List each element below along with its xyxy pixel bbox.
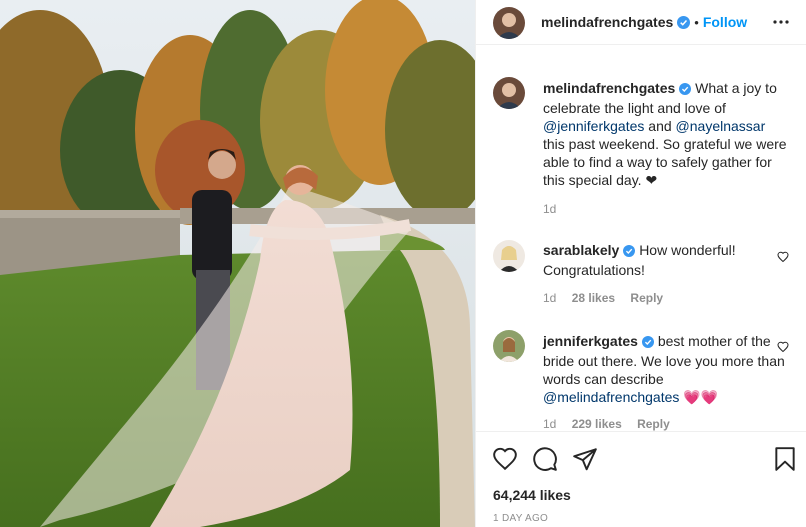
post-actions [476,440,806,480]
comment-like-heart-icon[interactable] [777,340,789,353]
comment-text: jenniferkgates best mother of the bride … [543,332,788,406]
comment-icon[interactable] [532,446,558,472]
comment-avatar[interactable] [493,330,525,362]
share-icon[interactable] [572,446,598,472]
comment-likes[interactable]: 229 likes [572,417,622,431]
wedding-photo-image [0,0,475,527]
comment-mention-melindafrenchgates[interactable]: @melindafrenchgates [543,389,679,405]
verified-badge-icon [623,243,636,261]
caption-item: melindafrenchgates What a joy to celebra… [493,77,793,227]
verified-badge-icon [677,16,691,34]
verified-badge-icon [679,81,692,99]
caption-text-part-2: and [648,118,672,134]
comment-like-heart-icon[interactable] [777,250,789,263]
caption-text-part-3: this past weekend. So grateful we were a… [543,136,787,188]
comment-author[interactable]: sarablakely [543,242,619,258]
comment-time[interactable]: 1d [543,417,556,431]
caption-mention-nayelnassar[interactable]: @nayelnassar [676,118,766,134]
caption-mention-jenniferkgates[interactable]: @jenniferkgates [543,118,644,134]
post-timestamp[interactable]: 1 DAY AGO [493,513,548,524]
more-options-icon[interactable] [771,12,791,32]
follow-button[interactable]: Follow [703,14,747,30]
comment-emoji: 💗💗 [683,389,719,405]
comment-likes[interactable]: 28 likes [572,291,615,305]
comment-reply-button[interactable]: Reply [637,417,670,431]
comment-time[interactable]: 1d [543,291,556,305]
comment-item: sarablakely How wonderful! Congratulatio… [493,240,793,310]
comment-avatar[interactable] [493,240,525,272]
comment-text: sarablakely How wonderful! Congratulatio… [543,241,788,279]
caption-author[interactable]: melindafrenchgates [543,80,675,96]
comment-author[interactable]: jenniferkgates [543,333,638,349]
caption-time[interactable]: 1d [543,202,556,216]
post-side-panel: melindafrenchgates • Follow melindafrenchg… [475,0,806,527]
verified-badge-icon [641,334,654,352]
separator-dot: • [694,15,699,30]
comment-reply-button[interactable]: Reply [630,291,663,305]
caption-meta: 1d [543,202,568,216]
save-icon[interactable] [772,446,798,472]
header-title-row: melindafrenchgates • Follow [541,14,747,34]
likes-count[interactable]: 64,244 likes [493,487,571,503]
heart-icon[interactable] [492,446,518,472]
comment-item: jenniferkgates best mother of the bride … [493,330,793,431]
caption-text: melindafrenchgates What a joy to celebra… [543,79,788,189]
comments-list[interactable]: melindafrenchgates What a joy to celebra… [476,46,806,432]
comment-meta: 1d 229 likes Reply [543,417,682,431]
caption-author-avatar[interactable] [493,77,525,109]
post-header: melindafrenchgates • Follow [476,0,806,45]
author-username[interactable]: melindafrenchgates [541,14,673,30]
post-photo[interactable] [0,0,475,527]
author-avatar[interactable] [493,7,525,39]
comment-meta: 1d 28 likes Reply [543,291,675,305]
